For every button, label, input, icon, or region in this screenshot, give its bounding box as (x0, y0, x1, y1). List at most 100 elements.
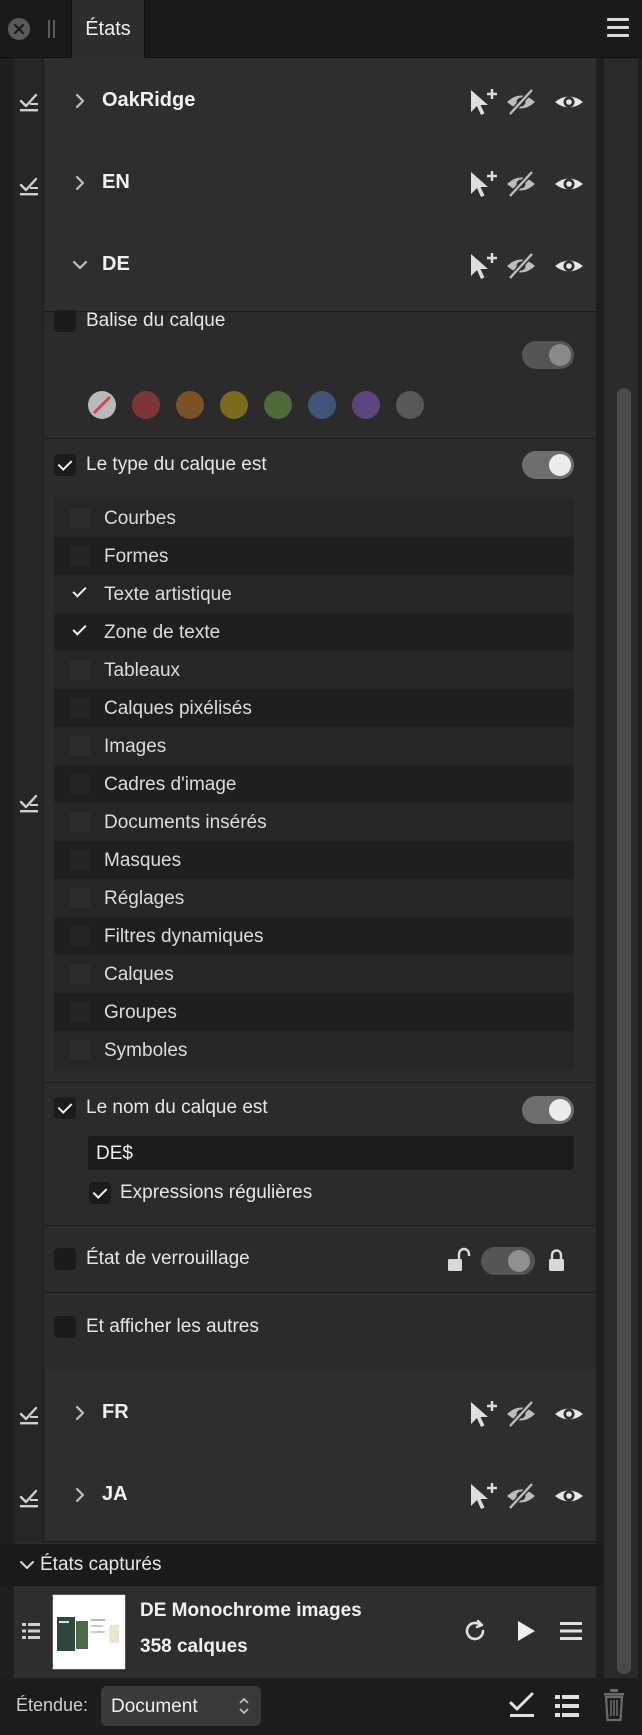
snapshot-name: DE Monochrome images (140, 1600, 362, 1621)
layer-type-toggle[interactable] (522, 451, 574, 479)
chevron-right-icon[interactable] (70, 173, 90, 193)
state-row-de[interactable]: DE (14, 222, 596, 312)
snapshot-menu-icon[interactable] (560, 1620, 582, 1642)
type-checkbox[interactable] (70, 698, 90, 718)
layer-type-label: Texte artistique (104, 584, 232, 605)
layer-type-item[interactable]: Tableaux (54, 651, 574, 689)
close-icon[interactable] (8, 18, 30, 40)
snapshot-row[interactable]: DE Monochrome images 358 calques (14, 1586, 596, 1678)
layer-type-item[interactable]: Cadres d'image (54, 765, 574, 803)
show-eye-icon[interactable] (552, 87, 586, 117)
layer-type-item[interactable]: Zone de texte (54, 613, 574, 651)
hide-eye-slash-icon[interactable] (504, 87, 538, 117)
lock-state-checkbox[interactable] (54, 1248, 76, 1270)
layer-name-toggle[interactable] (522, 1096, 574, 1124)
play-icon[interactable] (514, 1618, 538, 1644)
type-checkbox[interactable] (70, 926, 90, 946)
layer-name-input[interactable]: DE$ (88, 1136, 574, 1170)
layer-type-item[interactable]: Formes (54, 537, 574, 575)
layer-type-item[interactable]: Calques (54, 955, 574, 993)
layer-type-item[interactable]: Calques pixélisés (54, 689, 574, 727)
show-eye-icon[interactable] (552, 1481, 586, 1511)
hide-eye-slash-icon[interactable] (504, 1481, 538, 1511)
layer-type-item[interactable]: Symboles (54, 1031, 574, 1069)
color-swatch[interactable] (220, 391, 248, 419)
hide-eye-slash-icon[interactable] (504, 169, 538, 199)
type-checkbox[interactable] (70, 736, 90, 756)
state-name: EN (102, 171, 130, 193)
restore-icon[interactable] (462, 1618, 488, 1644)
select-cursor-plus-icon[interactable] (466, 1481, 500, 1511)
type-checkbox[interactable] (70, 888, 90, 908)
chevron-right-icon[interactable] (70, 91, 90, 111)
type-checkbox[interactable] (70, 508, 90, 528)
hide-eye-slash-icon[interactable] (504, 251, 538, 281)
state-row-en[interactable]: EN (14, 140, 596, 230)
add-state-icon[interactable] (508, 1691, 536, 1721)
layer-type-item[interactable]: Courbes (54, 499, 574, 537)
layer-type-item[interactable]: Images (54, 727, 574, 765)
color-swatch[interactable] (132, 391, 160, 419)
layer-type-item[interactable]: Groupes (54, 993, 574, 1031)
select-cursor-plus-icon[interactable] (466, 251, 500, 281)
chevron-right-icon[interactable] (70, 1403, 90, 1423)
drag-grip-icon[interactable] (48, 20, 56, 38)
type-checkbox[interactable] (70, 812, 90, 832)
show-eye-icon[interactable] (552, 1399, 586, 1429)
layer-type-item[interactable]: Masques (54, 841, 574, 879)
type-checkbox[interactable] (70, 1040, 90, 1060)
layer-tag-toggle[interactable] (522, 341, 574, 369)
show-eye-icon[interactable] (552, 169, 586, 199)
state-apply-check-icon[interactable] (19, 176, 39, 196)
state-row-fr[interactable]: FR (14, 1370, 596, 1460)
state-apply-check-icon[interactable] (19, 1405, 39, 1425)
type-checkbox[interactable] (70, 774, 90, 794)
state-apply-check-icon[interactable] (19, 92, 39, 112)
layer-tag-label: Balise du calque (86, 310, 226, 331)
layer-tag-checkbox[interactable] (54, 310, 76, 332)
regex-checkbox[interactable] (89, 1182, 111, 1204)
tab-states[interactable]: États (71, 0, 145, 58)
color-swatch[interactable] (352, 391, 380, 419)
type-checkbox[interactable] (70, 660, 90, 680)
type-checkbox[interactable] (70, 546, 90, 566)
color-swatch[interactable] (396, 391, 424, 419)
lock-state-toggle[interactable] (481, 1247, 535, 1275)
hide-eye-slash-icon[interactable] (504, 1399, 538, 1429)
captured-states-header[interactable]: États capturés (0, 1544, 604, 1586)
scope-select[interactable]: Document (101, 1686, 261, 1726)
list-grip-icon[interactable] (22, 1622, 40, 1640)
state-apply-check-icon[interactable] (19, 1488, 39, 1508)
state-apply-check-icon[interactable] (19, 793, 39, 813)
layer-name-checkbox[interactable] (54, 1097, 76, 1119)
divider (44, 1225, 596, 1226)
state-row-oakridge[interactable]: OakRidge (14, 58, 596, 148)
type-checkbox[interactable] (70, 1002, 90, 1022)
color-swatch[interactable] (308, 391, 336, 419)
select-cursor-plus-icon[interactable] (466, 87, 500, 117)
show-eye-icon[interactable] (552, 251, 586, 281)
layer-type-checkbox[interactable] (54, 454, 76, 476)
select-cursor-plus-icon[interactable] (466, 169, 500, 199)
scrollbar-thumb[interactable] (617, 388, 631, 1674)
trash-icon[interactable] (601, 1688, 627, 1722)
type-checkbox[interactable] (70, 964, 90, 984)
chevron-right-icon[interactable] (70, 1485, 90, 1505)
chevron-down-icon[interactable] (70, 255, 90, 275)
capture-state-icon[interactable] (553, 1692, 581, 1720)
type-checkbox[interactable] (70, 850, 90, 870)
layer-type-item[interactable]: Réglages (54, 879, 574, 917)
state-row-ja[interactable]: JA (14, 1452, 596, 1542)
color-swatch[interactable] (176, 391, 204, 419)
layer-type-item[interactable]: Texte artistique (54, 575, 574, 613)
show-others-checkbox[interactable] (54, 1316, 76, 1338)
select-cursor-plus-icon[interactable] (466, 1399, 500, 1429)
type-checkmark[interactable] (72, 621, 87, 636)
panel-menu-icon[interactable] (607, 18, 629, 38)
no-color-swatch[interactable] (88, 391, 116, 419)
type-checkmark[interactable] (72, 583, 87, 598)
layer-type-item[interactable]: Documents insérés (54, 803, 574, 841)
state-name: DE (102, 253, 130, 275)
layer-type-item[interactable]: Filtres dynamiques (54, 917, 574, 955)
color-swatch[interactable] (264, 391, 292, 419)
